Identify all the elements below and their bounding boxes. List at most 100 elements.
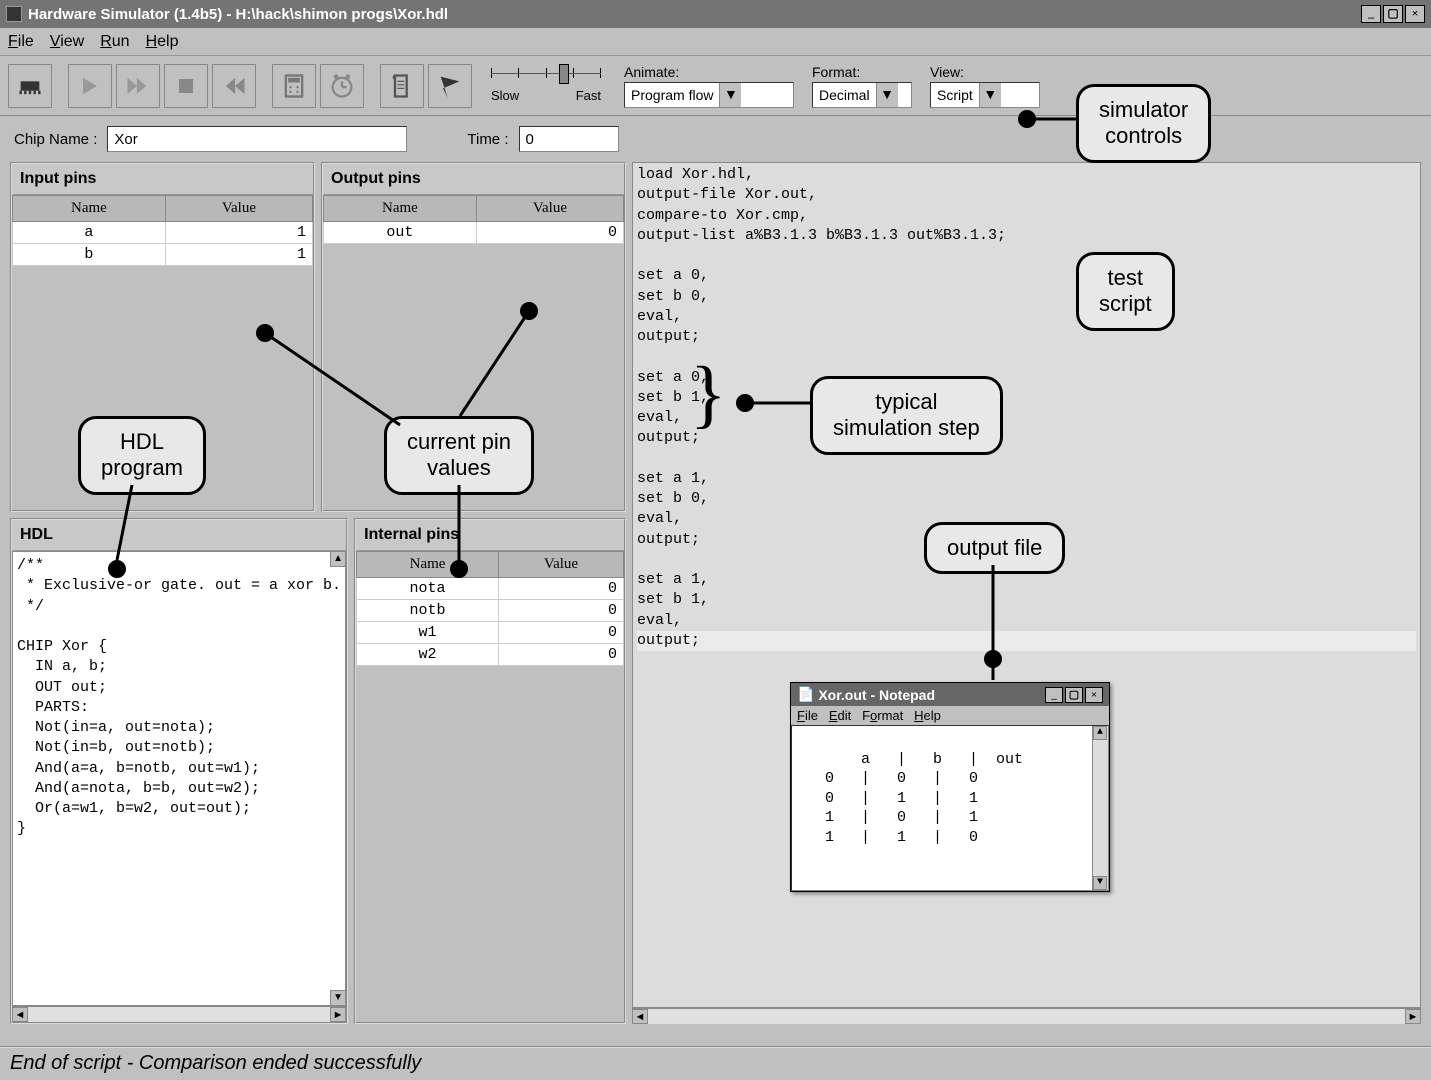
col-name: Name	[324, 196, 477, 222]
output-pins-table: NameValue out0	[323, 195, 624, 244]
hdl-hscroll[interactable]: ◄ ►	[12, 1006, 346, 1022]
script-hscroll[interactable]: ◄ ►	[632, 1008, 1421, 1024]
callout-test-script: test script	[1076, 252, 1175, 331]
internal-pins-table: NameValue nota0notb0w10w20	[356, 551, 624, 666]
table-row[interactable]: w10	[357, 622, 624, 644]
callout-simulator-controls: simulator controls	[1076, 84, 1211, 163]
dot	[984, 650, 1002, 668]
script-button[interactable]	[380, 64, 424, 108]
step-button[interactable]	[68, 64, 112, 108]
menu-file[interactable]: File	[8, 33, 34, 51]
col-name: Name	[13, 196, 166, 222]
animate-value: Program flow	[625, 87, 719, 103]
chevron-down-icon: ▼	[719, 83, 741, 107]
scroll-down-icon[interactable]: ▼	[330, 990, 346, 1006]
scroll-down-icon[interactable]: ▼	[1093, 876, 1107, 890]
table-row[interactable]: nota0	[357, 578, 624, 600]
titlebar: Hardware Simulator (1.4b5) - H:\hack\shi…	[0, 0, 1431, 28]
stop-button[interactable]	[164, 64, 208, 108]
dot	[736, 394, 754, 412]
np-maximize-button[interactable]: ▢	[1065, 687, 1083, 703]
scroll-right-icon[interactable]: ►	[330, 1007, 346, 1022]
input-pins-table: NameValue a1b1	[12, 195, 313, 266]
col-value: Value	[499, 552, 624, 578]
brace-icon: }	[690, 356, 726, 432]
animate-label: Animate:	[624, 64, 794, 80]
notepad-text: a | b | out 0 | 0 | 0 0 | 1 | 1 1 | 0 | …	[798, 751, 1023, 846]
callout-current-pin-values: current pin values	[384, 416, 534, 495]
np-vscroll[interactable]: ▲ ▼	[1092, 726, 1108, 890]
table-row[interactable]: notb0	[357, 600, 624, 622]
col-name: Name	[357, 552, 499, 578]
close-button[interactable]: ×	[1405, 5, 1425, 23]
fast-forward-button[interactable]	[116, 64, 160, 108]
view-dropdown[interactable]: Script ▼	[930, 82, 1040, 108]
scroll-up-icon[interactable]: ▲	[330, 551, 346, 567]
calculator-button[interactable]	[272, 64, 316, 108]
hdl-title: HDL	[12, 520, 346, 551]
app-icon	[6, 6, 22, 22]
menu-help[interactable]: Help	[146, 33, 179, 51]
format-label: Format:	[812, 64, 912, 80]
notepad-icon: 📄	[797, 686, 814, 703]
scroll-left-icon[interactable]: ◄	[632, 1009, 648, 1024]
time-field[interactable]	[519, 126, 619, 152]
input-pins-title: Input pins	[12, 164, 313, 195]
time-label: Time :	[467, 131, 508, 148]
table-row[interactable]: b1	[13, 244, 313, 266]
dot	[520, 302, 538, 320]
chip-bar: Chip Name : Time :	[0, 116, 1431, 156]
notepad-body[interactable]: a | b | out 0 | 0 | 0 0 | 1 | 1 1 | 0 | …	[791, 725, 1109, 891]
dot	[108, 560, 126, 578]
slow-label: Slow	[491, 88, 519, 103]
menu-run[interactable]: Run	[100, 33, 129, 51]
chevron-down-icon: ▼	[876, 83, 898, 107]
rewind-button[interactable]	[212, 64, 256, 108]
dot	[450, 560, 468, 578]
np-menu-file[interactable]: File	[797, 708, 818, 723]
table-row[interactable]: a1	[13, 222, 313, 244]
speed-slider[interactable]: Slow Fast	[486, 68, 606, 103]
callout-hdl-program: HDL program	[78, 416, 206, 495]
hdl-panel: HDL /** * Exclusive-or gate. out = a xor…	[10, 518, 348, 1024]
np-menu-help[interactable]: Help	[914, 708, 941, 723]
scroll-up-icon[interactable]: ▲	[1093, 726, 1107, 740]
np-minimize-button[interactable]: _	[1045, 687, 1063, 703]
clock-button[interactable]	[320, 64, 364, 108]
output-pins-title: Output pins	[323, 164, 624, 195]
np-menu-format[interactable]: Format	[862, 708, 903, 723]
fast-label: Fast	[576, 88, 601, 103]
format-value: Decimal	[813, 87, 876, 103]
format-dropdown[interactable]: Decimal ▼	[812, 82, 912, 108]
np-close-button[interactable]: ×	[1085, 687, 1103, 703]
window-title: Hardware Simulator (1.4b5) - H:\hack\shi…	[28, 6, 448, 23]
chevron-down-icon: ▼	[979, 83, 1001, 107]
dot	[256, 324, 274, 342]
minimize-button[interactable]: _	[1361, 5, 1381, 23]
col-value: Value	[476, 196, 623, 222]
menu-view[interactable]: View	[50, 33, 84, 51]
table-row[interactable]: w20	[357, 644, 624, 666]
chip-name-label: Chip Name :	[14, 131, 97, 148]
animate-dropdown[interactable]: Program flow ▼	[624, 82, 794, 108]
status-bar: End of script - Comparison ended success…	[0, 1046, 1431, 1080]
notepad-window[interactable]: 📄 Xor.out - Notepad _ ▢ × File Edit Form…	[790, 682, 1110, 892]
hdl-code-area[interactable]: /** * Exclusive-or gate. out = a xor b. …	[12, 551, 346, 1006]
maximize-button[interactable]: ▢	[1383, 5, 1403, 23]
dot	[1018, 110, 1036, 128]
internal-pins-title: Internal pins	[356, 520, 624, 551]
notepad-title: Xor.out - Notepad	[818, 687, 935, 703]
np-menu-edit[interactable]: Edit	[829, 708, 851, 723]
chip-name-field[interactable]	[107, 126, 407, 152]
notepad-menubar: File Edit Format Help	[791, 706, 1109, 725]
scroll-right-icon[interactable]: ►	[1405, 1009, 1421, 1024]
scroll-left-icon[interactable]: ◄	[12, 1007, 28, 1022]
toolbar: Slow Fast Animate: Program flow ▼ Format…	[0, 56, 1431, 116]
callout-output-file: output file	[924, 522, 1065, 574]
table-row[interactable]: out0	[324, 222, 624, 244]
col-value: Value	[165, 196, 312, 222]
menubar: File View Run Help	[0, 28, 1431, 56]
chip-button[interactable]	[8, 64, 52, 108]
breakpoint-button[interactable]	[428, 64, 472, 108]
view-label: View:	[930, 64, 1040, 80]
